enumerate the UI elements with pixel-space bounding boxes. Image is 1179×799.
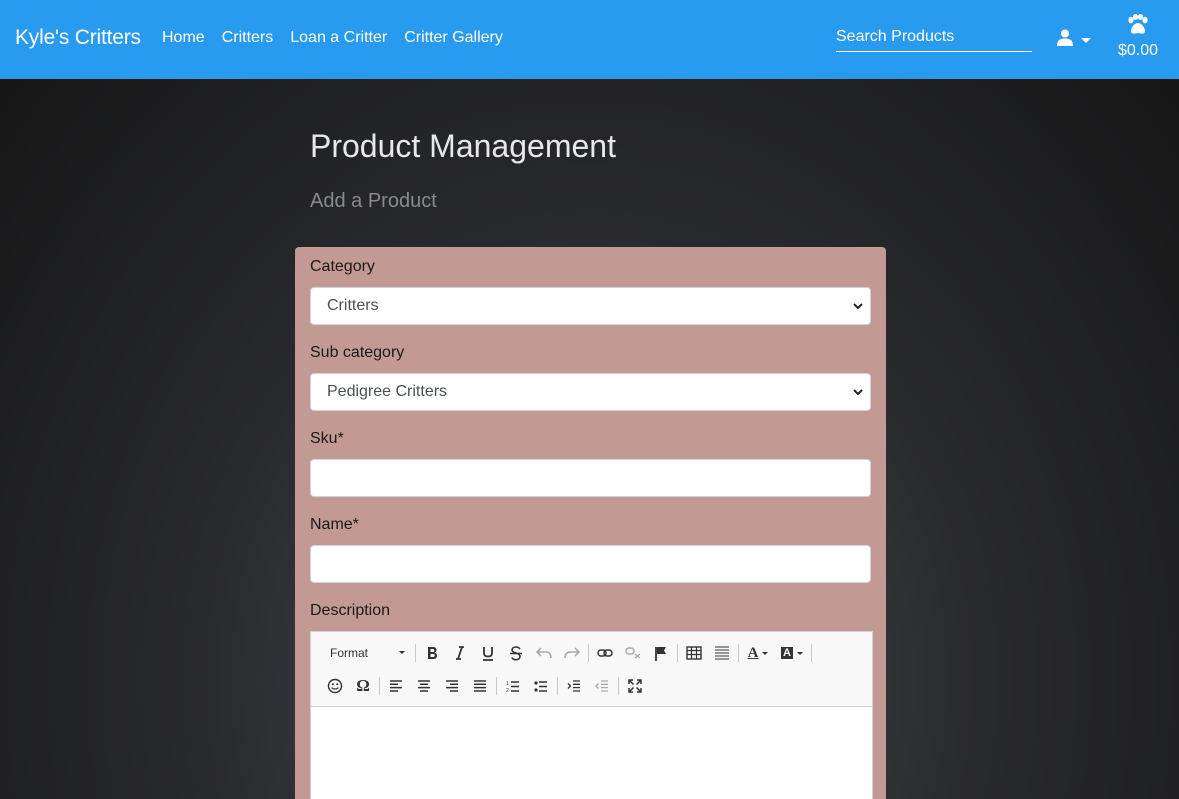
align-justify-icon[interactable] [466,673,494,699]
strikethrough-icon[interactable] [502,640,530,666]
cart-button[interactable]: $0.00 [1116,14,1160,60]
toolbar-divider [618,677,619,695]
table-icon[interactable] [680,640,708,666]
chevron-down-icon [399,651,405,654]
sku-input[interactable] [310,459,871,497]
anchor-flag-icon[interactable] [647,640,675,666]
paw-icon [1126,14,1150,39]
search-input[interactable] [836,22,1032,52]
numbered-list-icon[interactable]: 12 [499,673,527,699]
svg-text:1: 1 [506,681,509,687]
toolbar-divider [738,644,739,662]
description-rich-text-editor: Format A A Ω 1 2 [310,631,873,799]
unlink-icon[interactable] [619,640,647,666]
svg-text:2: 2 [506,688,509,693]
smiley-icon[interactable] [321,673,349,699]
sub-category-label: Sub category [310,344,405,361]
italic-icon[interactable] [446,640,474,666]
outdent-icon[interactable] [588,673,616,699]
align-center-icon[interactable] [410,673,438,699]
align-right-icon[interactable] [438,673,466,699]
brand-logo-link[interactable]: Kyle's Critters [15,26,141,50]
format-dropdown[interactable]: Format [321,641,413,665]
toolbar-divider [811,644,812,662]
background-color-icon[interactable]: A [775,640,809,666]
toolbar-divider [557,677,558,695]
editor-toolbar: Format A A Ω 1 2 [311,632,872,707]
toolbar-divider [588,644,589,662]
description-label: Description [310,602,391,619]
maximize-icon[interactable] [621,673,649,699]
text-color-icon[interactable]: A [741,640,775,666]
chevron-down-icon [853,389,863,396]
add-product-form: Category Critters Sub category Pedigree … [295,247,886,799]
underline-icon[interactable] [474,640,502,666]
link-icon[interactable] [591,640,619,666]
nav-link-critters[interactable]: Critters [222,29,274,47]
editor-content-area[interactable] [311,707,872,799]
cart-total: $0.00 [1117,42,1159,59]
bulleted-list-icon[interactable] [527,673,555,699]
toolbar-divider [415,644,416,662]
nav-links: Home Critters Loan a Critter Critter Gal… [162,29,520,47]
user-icon [1057,29,1073,51]
name-input[interactable] [310,545,871,583]
align-left-icon[interactable] [382,673,410,699]
name-label: Name* [310,516,359,533]
chevron-down-icon [853,303,863,310]
nav-link-loan[interactable]: Loan a Critter [290,29,387,47]
redo-icon[interactable] [558,640,586,666]
sub-category-select-value: Pedigree Critters [327,383,448,400]
special-char-icon[interactable]: Ω [349,673,377,699]
nav-link-home[interactable]: Home [162,29,205,47]
format-dropdown-label: Format [330,646,369,660]
toolbar-divider [677,644,678,662]
bold-icon[interactable] [418,640,446,666]
sku-label: Sku* [310,430,344,447]
user-menu-dropdown[interactable] [1057,29,1091,51]
category-select[interactable]: Critters [310,287,871,325]
sub-category-select[interactable]: Pedigree Critters [310,373,871,411]
toolbar-divider [379,677,380,695]
category-label: Category [310,258,375,275]
page-subtitle: Add a Product [310,190,437,212]
horizontal-rule-icon[interactable] [708,640,736,666]
toolbar-divider [496,677,497,695]
top-navbar: Kyle's Critters Home Critters Loan a Cri… [0,0,1179,79]
category-select-value: Critters [327,297,379,314]
page-title: Product Management [310,128,616,164]
nav-link-gallery[interactable]: Critter Gallery [404,29,503,47]
undo-icon[interactable] [530,640,558,666]
indent-icon[interactable] [560,673,588,699]
chevron-down-icon [1081,37,1091,43]
